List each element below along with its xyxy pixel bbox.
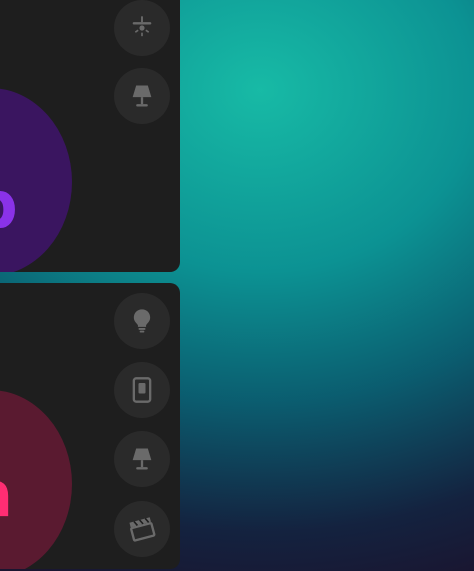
scene-button[interactable] — [114, 501, 170, 557]
room-card-bottom[interactable]: a — [0, 283, 180, 569]
switch-icon — [132, 377, 152, 403]
wall-switch-button[interactable] — [114, 362, 170, 418]
light-bulb-button[interactable] — [114, 293, 170, 349]
table-lamp-icon — [132, 85, 152, 107]
table-lamp-button[interactable] — [114, 68, 170, 124]
light-bulb-icon — [133, 309, 151, 333]
ceiling-fan-light-icon — [132, 16, 152, 37]
table-lamp-button[interactable] — [114, 431, 170, 487]
avatar-letter: p — [0, 174, 18, 238]
room-card-top[interactable]: p — [0, 0, 180, 272]
avatar-letter: a — [0, 463, 13, 527]
table-lamp-icon — [132, 448, 152, 470]
ceiling-fan-light-button[interactable] — [114, 0, 170, 56]
film-clapper-icon — [129, 517, 156, 542]
